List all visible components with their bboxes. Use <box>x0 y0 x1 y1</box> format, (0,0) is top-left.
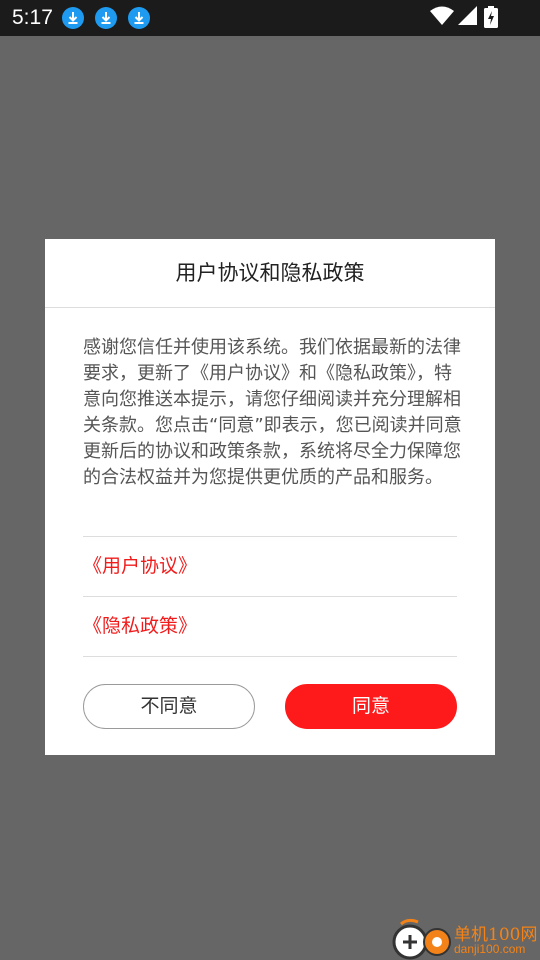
privacy-policy-link[interactable]: 《隐私政策》 <box>83 596 457 656</box>
battery-icon <box>484 6 498 28</box>
site-watermark: 单机100网 danji100.com <box>388 918 540 960</box>
watermark-site-url: danji100.com <box>454 942 526 956</box>
dialog-body-text: 感谢您信任并使用该系统。我们依据最新的法律要求，更新了《用户协议》和《隐私政策》… <box>83 337 462 488</box>
disagree-button[interactable]: 不同意 <box>83 684 255 729</box>
status-bar: 5:17 <box>0 0 540 36</box>
consent-dialog: 用户协议和隐私政策 感谢您信任并使用该系统。我们依据最新的法律要求，更新了《用户… <box>45 239 495 755</box>
download-icon <box>62 7 84 29</box>
title-divider <box>45 307 495 308</box>
status-time: 5:17 <box>12 6 53 29</box>
cell-signal-icon <box>458 6 477 25</box>
links-bottom-divider <box>83 656 457 657</box>
download-icon <box>128 7 150 29</box>
agree-button[interactable]: 同意 <box>285 684 457 729</box>
user-agreement-link[interactable]: 《用户协议》 <box>83 536 457 596</box>
watermark-logo-icon <box>392 918 451 960</box>
wifi-icon <box>430 6 454 25</box>
dialog-title: 用户协议和隐私政策 <box>175 261 365 285</box>
download-icon <box>95 7 117 29</box>
